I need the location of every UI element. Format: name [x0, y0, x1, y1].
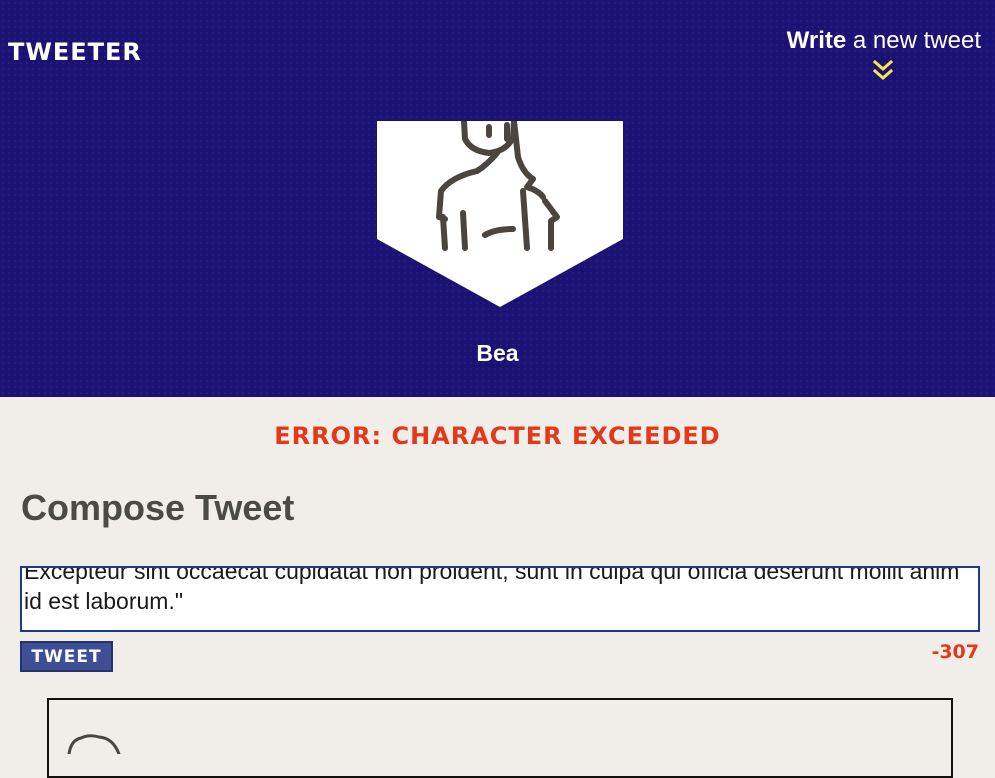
brand-logo[interactable]: Tweeter [8, 38, 142, 66]
tweet-textarea-value: Excepteur sint occaecat cupidatat non pr… [24, 566, 960, 614]
compose-title: Compose Tweet [21, 487, 295, 528]
user-avatar-icon [67, 734, 121, 754]
write-new-tweet-link[interactable]: Write a new tweet [787, 27, 981, 55]
tweet-card [47, 698, 953, 778]
write-label-bold: Write [786, 27, 847, 54]
woman-avatar-icon [377, 121, 623, 307]
profile-name: Bea [476, 340, 519, 366]
double-chevron-down-icon[interactable] [872, 58, 894, 84]
character-counter: -307 [931, 641, 979, 663]
error-message: Error: Character exceeded [274, 422, 721, 450]
write-label-rest: a new tweet [846, 27, 981, 54]
profile-header: Tweeter Write a new tweet Bea [0, 0, 995, 397]
tweet-textarea[interactable]: Excepteur sint occaecat cupidatat non pr… [20, 566, 980, 632]
tweet-button[interactable]: Tweet [20, 641, 113, 672]
